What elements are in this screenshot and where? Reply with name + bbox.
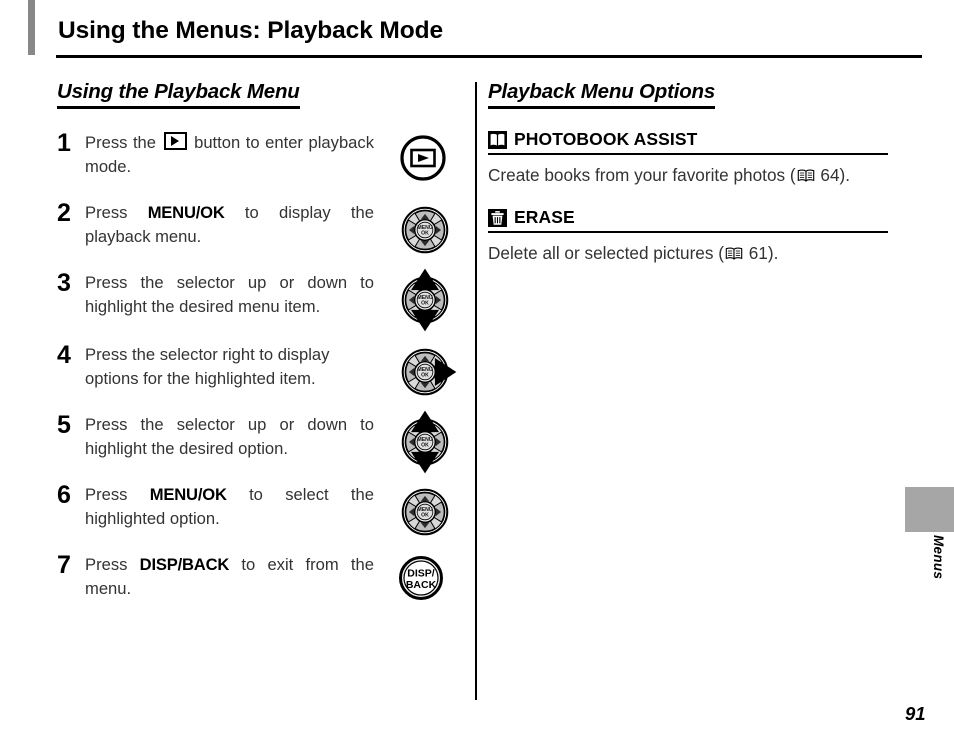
step-item: 1 Press the button to enter playback mode…: [57, 131, 452, 187]
step-text: Press the selector up or down to highlig…: [85, 271, 374, 320]
page-header: Using the Menus: Playback Mode: [28, 0, 922, 58]
step-item: 2 Press MENU/OK to display the playback m…: [57, 201, 452, 257]
svg-text:OK: OK: [421, 443, 429, 449]
description-page-reference: 61).: [743, 243, 779, 264]
menu-option-header: ERASE: [488, 207, 888, 234]
open-book-icon: [488, 131, 507, 149]
playback-glyph-icon: [163, 132, 187, 150]
step-number: 5: [57, 411, 71, 439]
step-button-name: MENU/OK: [147, 203, 225, 222]
chapter-tab-label: Menus: [931, 535, 946, 580]
step-text: Press the selector right to display opti…: [85, 343, 374, 392]
svg-text:DISP/: DISP/: [407, 568, 435, 580]
step-text-part: Press the: [85, 133, 162, 152]
step-item: 5 Press the selector up or down to highli…: [57, 410, 452, 474]
step-number: 4: [57, 341, 71, 369]
step-button-name: MENU/OK: [149, 485, 227, 504]
column-divider: [475, 82, 477, 700]
step-item: 4 Press the selector right to display opt…: [57, 341, 457, 399]
menu-option-label: PHOTOBOOK ASSIST: [514, 129, 698, 149]
menu-option-label: ERASE: [514, 207, 575, 228]
chapter-tab: [905, 487, 954, 532]
selector-right-icon: MENU OK: [392, 339, 458, 401]
description-text-before: Delete all or selected pictures (: [488, 243, 724, 264]
page-number: 91: [905, 703, 926, 724]
description-text-before: Create books from your favorite photos (: [488, 165, 796, 185]
step-number: 2: [57, 199, 71, 227]
selector-up-down-icon: MENU OK: [392, 409, 458, 474]
step-text-part: Press the selector up or down to highlig…: [85, 273, 374, 317]
step-text-part: Press the selector up or down to highlig…: [85, 415, 374, 459]
header-accent-bar: [28, 0, 35, 55]
step-text-part: Press: [85, 203, 148, 222]
menu-options-list: PHOTOBOOK ASSIST Create books from your f…: [488, 129, 888, 265]
svg-text:OK: OK: [421, 513, 429, 519]
right-column: Playback Menu Options PHOTOBOOK ASSIST Cr…: [488, 80, 888, 265]
steps-list: 1 Press the button to enter playback mode…: [57, 131, 457, 609]
step-text: Press DISP/BACK to exit from the menu.: [85, 553, 374, 602]
step-item: 6 Press MENU/OK to select the highlighted…: [57, 483, 452, 539]
book-reference-icon: [797, 165, 815, 182]
step-item: 3 Press the selector up or down to highli…: [57, 268, 452, 332]
menu-option-description: Delete all or selected pictures ( 61).: [488, 242, 888, 265]
step-button-name: DISP/BACK: [139, 555, 230, 574]
step-text: Press MENU/OK to display the playback me…: [85, 201, 374, 250]
header-rule: [56, 55, 922, 58]
disp-back-button-icon: DISP/BACK: [392, 549, 458, 611]
menu-option-header: PHOTOBOOK ASSIST: [488, 129, 888, 155]
step-text: Press the selector up or down to highlig…: [85, 413, 374, 462]
trash-can-icon: [488, 209, 507, 228]
step-text-part: Press the selector right to display opti…: [85, 345, 330, 389]
selector-menu-ok-icon: MENU OK: [392, 479, 458, 541]
playback-button-icon: [392, 127, 458, 189]
svg-text:OK: OK: [421, 373, 429, 379]
left-column: Using the Playback Menu 1 Press the butto…: [57, 80, 457, 609]
step-text-part: Press: [85, 555, 140, 574]
left-section-heading: Using the Playback Menu: [57, 80, 300, 109]
step-text-part: Press: [85, 485, 150, 504]
svg-text:BACK: BACK: [406, 579, 437, 591]
step-text: Press the button to enter playback mode.: [85, 131, 374, 180]
step-number: 7: [57, 551, 71, 579]
step-number: 6: [57, 481, 71, 509]
svg-text:OK: OK: [421, 301, 429, 307]
book-reference-icon: [725, 243, 743, 261]
step-text: Press MENU/OK to select the highlighted …: [85, 483, 374, 532]
description-page-reference: 64).: [815, 165, 851, 185]
step-number: 3: [57, 269, 71, 297]
menu-option-description: Create books from your favorite photos (…: [488, 164, 888, 187]
step-number: 1: [57, 129, 71, 157]
selector-menu-ok-icon: MENU OK: [392, 197, 458, 259]
page-title: Using the Menus: Playback Mode: [58, 17, 443, 44]
selector-up-down-icon: MENU OK: [392, 267, 458, 332]
svg-text:OK: OK: [421, 231, 429, 237]
step-item: 7 Press DISP/BACK to exit from the menu. D…: [57, 553, 452, 609]
right-section-heading: Playback Menu Options: [488, 80, 715, 109]
